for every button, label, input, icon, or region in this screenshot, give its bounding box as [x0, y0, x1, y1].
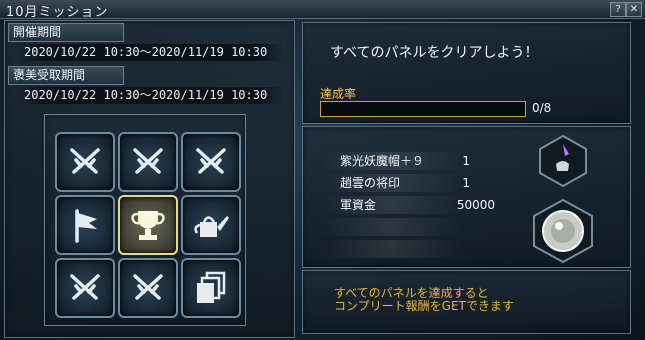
panel-tile[interactable]	[55, 258, 115, 318]
close-button[interactable]: ✕	[626, 2, 642, 17]
panel-tile[interactable]	[55, 195, 115, 255]
mission-description: すべてのパネルをクリアしよう！	[330, 45, 539, 61]
crossed-swords-icon	[133, 148, 163, 174]
progress-label: 達成率	[320, 87, 357, 101]
reward-period-label: 褒美受取期間	[8, 66, 124, 85]
panel-tile[interactable]	[181, 258, 241, 318]
progress-bar	[320, 101, 526, 117]
period-dates: 2020/10/22 10:30〜2020/11/19 10:30	[18, 44, 284, 61]
reward-name: 軍資金	[340, 198, 377, 212]
panel-tile[interactable]	[118, 132, 178, 192]
watering-can-icon	[194, 216, 229, 237]
title-bar: 10月ミッション ? ✕	[0, 0, 645, 20]
reward-item-slot[interactable]	[536, 134, 590, 188]
crossed-swords-icon	[133, 274, 163, 300]
mission-window: 10月ミッション ? ✕ 開催期間 2020/10/22 10:30〜2020/…	[0, 0, 645, 340]
purple-hat-icon	[539, 134, 587, 188]
panel-tile[interactable]	[181, 132, 241, 192]
silver-coin-icon	[533, 198, 593, 264]
reward-period-dates: 2020/10/22 10:30〜2020/11/19 10:30	[18, 87, 284, 104]
crossed-swords-icon	[70, 148, 100, 174]
panel-tile[interactable]	[118, 258, 178, 318]
reward-row: 紫光妖魔帽＋９ 1	[340, 152, 470, 170]
window-title: 10月ミッション	[6, 5, 109, 20]
reward-row-bg	[322, 240, 462, 258]
reward-row: 軍資金 50000	[340, 196, 495, 214]
crossed-swords-icon	[196, 148, 226, 174]
complete-note: すべてのパネルを達成すると コンプリート報酬をGETできます	[334, 287, 514, 313]
panel-tile[interactable]	[181, 195, 241, 255]
reward-name: 趙雲の将印	[340, 176, 401, 190]
reward-row: 趙雲の将印 1	[340, 174, 470, 192]
panel-tile-highlighted[interactable]	[118, 195, 178, 255]
period-label: 開催期間	[8, 23, 124, 42]
reward-name: 紫光妖魔帽＋９	[340, 154, 425, 168]
reward-row-bg	[322, 218, 462, 236]
complete-note-line2: コンプリート報酬をGETできます	[334, 299, 514, 313]
crossed-swords-icon	[70, 274, 100, 300]
help-button[interactable]: ?	[610, 2, 626, 17]
panel-tile[interactable]	[55, 132, 115, 192]
progress-text: 0/8	[532, 101, 552, 115]
trophy-icon	[131, 211, 165, 240]
stacked-cards-icon	[197, 271, 226, 303]
flag-icon	[75, 209, 97, 243]
reward-qty: 1	[462, 154, 470, 168]
reward-item-slot[interactable]	[530, 198, 596, 264]
reward-qty: 1	[462, 176, 470, 190]
reward-qty: 50000	[456, 198, 495, 212]
